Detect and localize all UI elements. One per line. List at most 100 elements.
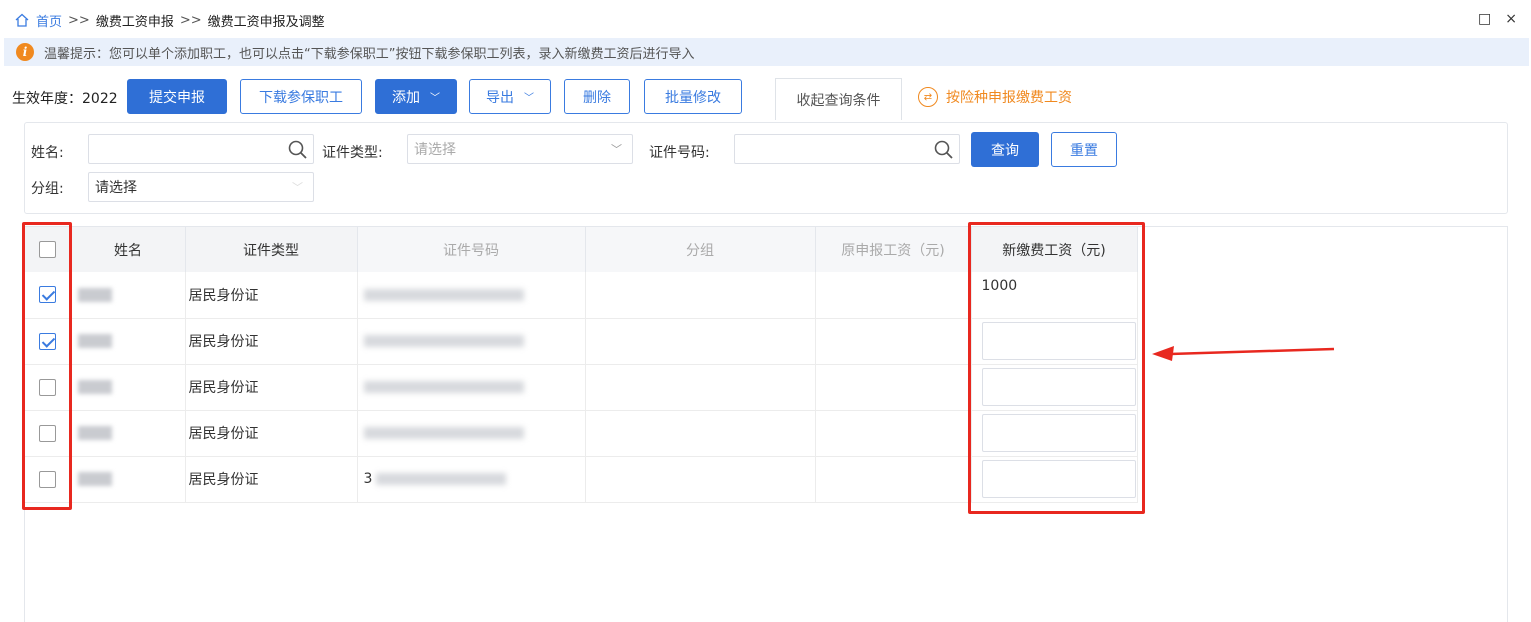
col-header-new-salary: 新缴费工资（元)	[971, 227, 1138, 272]
new-salary-input[interactable]	[981, 322, 1136, 360]
declare-by-insurance-label: 按险种申报缴费工资	[946, 90, 1072, 106]
breadcrumb-level1[interactable]: 缴费工资申报	[96, 11, 174, 30]
col-header-cert-no: 证件号码	[357, 227, 586, 272]
toolbar: 生效年度：2022 提交申报 下载参保职工 添加 ﹀ 导出 ﹀ 删除 批量修改 …	[0, 78, 1531, 120]
original-salary-cell	[815, 318, 972, 365]
submit-declaration-button[interactable]: 提交申报	[127, 79, 227, 114]
name-cell	[71, 410, 186, 457]
group-filter-label: 分组:	[31, 181, 64, 197]
group-cell	[585, 318, 816, 365]
col-header-group: 分组	[585, 227, 816, 272]
redacted-name	[77, 380, 112, 394]
select-all-checkbox[interactable]	[39, 241, 57, 258]
select-all-cell	[25, 227, 72, 272]
original-salary-cell	[815, 410, 972, 457]
new-salary-input[interactable]	[981, 368, 1136, 406]
group-select[interactable]: 请选择 ﹀	[88, 172, 314, 202]
cert-type-cell: 居民身份证	[185, 410, 358, 457]
cert-type-cell: 居民身份证	[185, 318, 358, 365]
chevron-down-icon: ﹀	[430, 93, 440, 104]
effective-year-label: 生效年度：2022	[12, 91, 118, 107]
export-button-label: 导出	[486, 89, 514, 106]
name-cell	[71, 364, 186, 411]
name-search-input[interactable]	[88, 134, 314, 164]
cert-no-cell	[357, 364, 586, 411]
cert-type-select[interactable]: 请选择 ﹀	[407, 134, 633, 164]
table-row: 居民身份证	[25, 410, 1138, 457]
search-icon[interactable]	[933, 139, 955, 161]
cert-no-cell	[357, 272, 586, 319]
cert-no-cell: 3	[357, 456, 586, 503]
cert-type-cell: 居民身份证	[185, 364, 358, 411]
breadcrumb-home-link[interactable]: 首页	[36, 11, 62, 30]
delete-button[interactable]: 删除	[564, 79, 630, 114]
tip-text: 温馨提示：您可以单个添加职工，也可以点击“下载参保职工”按钮下载参保职工列表，录…	[44, 46, 695, 62]
row-checkbox[interactable]	[39, 332, 56, 350]
new-salary-cell	[971, 364, 1138, 411]
close-icon[interactable]: ×	[1505, 11, 1517, 27]
cert-type-placeholder: 请选择	[414, 142, 456, 158]
new-salary-cell[interactable]: 1000	[971, 272, 1138, 319]
redacted-name	[77, 334, 112, 348]
chevron-down-icon: ﹀	[611, 143, 622, 156]
row-checkbox[interactable]	[39, 424, 56, 442]
table-row: 居民身份证 3	[25, 456, 1138, 503]
tip-banner: i 温馨提示：您可以单个添加职工，也可以点击“下载参保职工”按钮下载参保职工列表…	[4, 38, 1529, 66]
window-controls: □ ×	[1478, 11, 1517, 27]
chevron-down-icon: ﹀	[524, 93, 534, 104]
redacted-id	[363, 381, 524, 393]
row-checkbox[interactable]	[39, 470, 56, 488]
original-salary-cell	[815, 456, 972, 503]
col-header-cert-type: 证件类型	[185, 227, 358, 272]
redacted-id	[363, 335, 524, 347]
cert-no-search-input[interactable]	[734, 134, 960, 164]
col-header-original-salary: 原申报工资（元)	[815, 227, 972, 272]
redacted-id	[363, 427, 524, 439]
chevron-down-icon: ﹀	[292, 181, 303, 194]
table-header-row: 姓名 证件类型 证件号码 分组 原申报工资（元) 新缴费工资（元)	[25, 227, 1138, 272]
staff-table-panel: 姓名 证件类型 证件号码 分组 原申报工资（元) 新缴费工资（元) 居民身份证 …	[24, 226, 1508, 622]
redacted-name	[77, 426, 112, 440]
info-icon: i	[16, 43, 34, 61]
query-button[interactable]: 查询	[971, 132, 1039, 167]
filter-panel: 姓名: 证件类型: 请选择 ﹀ 证件号码: 查询 重置 分组: 请选择 ﹀	[24, 122, 1508, 214]
name-cell	[71, 272, 186, 319]
export-dropdown-button[interactable]: 导出 ﹀	[469, 79, 551, 114]
add-button-label: 添加	[392, 89, 420, 106]
group-cell	[585, 410, 816, 457]
declare-by-insurance-link[interactable]: ⇄ 按险种申报缴费工资	[918, 87, 1072, 107]
group-cell	[585, 456, 816, 503]
add-dropdown-button[interactable]: 添加 ﹀	[375, 79, 457, 114]
row-checkbox[interactable]	[39, 286, 56, 304]
maximize-icon[interactable]: □	[1478, 11, 1491, 27]
search-icon[interactable]	[287, 139, 309, 161]
download-insured-staff-button[interactable]: 下载参保职工	[240, 79, 362, 114]
new-salary-cell	[971, 456, 1138, 503]
row-checkbox[interactable]	[39, 378, 56, 396]
collapse-query-tab[interactable]: 收起查询条件	[775, 78, 902, 120]
cert-no-prefix: 3	[363, 471, 373, 487]
new-salary-cell	[971, 318, 1138, 365]
breadcrumb-current: 缴费工资申报及调整	[207, 14, 325, 30]
name-filter-label: 姓名:	[31, 145, 64, 161]
reset-button[interactable]: 重置	[1051, 132, 1117, 167]
col-header-name: 姓名	[71, 227, 186, 272]
new-salary-input[interactable]	[981, 414, 1136, 452]
cert-no-cell	[357, 410, 586, 457]
breadcrumb-separator: >>	[179, 12, 202, 28]
cert-type-filter-label: 证件类型:	[322, 145, 383, 161]
annotation-arrow-icon	[1152, 346, 1335, 361]
home-icon[interactable]	[14, 12, 30, 28]
group-select-value: 请选择	[95, 180, 137, 196]
table-row: 居民身份证	[25, 318, 1138, 365]
cert-no-cell	[357, 318, 586, 365]
redacted-id	[363, 288, 524, 301]
original-salary-cell	[815, 272, 972, 319]
original-salary-cell	[815, 364, 972, 411]
cert-type-cell: 居民身份证	[185, 272, 358, 319]
new-salary-input[interactable]	[981, 460, 1136, 498]
redacted-name	[77, 472, 112, 486]
table-row: 居民身份证	[25, 364, 1138, 411]
staff-table: 姓名 证件类型 证件号码 分组 原申报工资（元) 新缴费工资（元) 居民身份证 …	[25, 227, 1138, 503]
batch-edit-button[interactable]: 批量修改	[644, 79, 742, 114]
